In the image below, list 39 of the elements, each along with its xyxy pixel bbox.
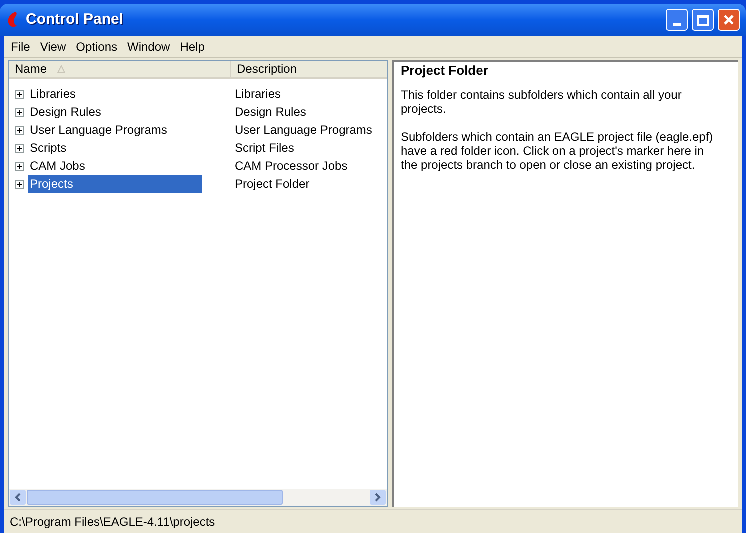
scroll-thumb[interactable] [27, 490, 283, 505]
close-button[interactable] [718, 9, 740, 31]
description-cell-text: User Language Programs [234, 122, 372, 139]
expand-icon[interactable] [15, 126, 24, 134]
info-title: Project Folder [401, 64, 490, 78]
window-title: Control Panel [26, 10, 124, 30]
menu-item[interactable]: Help [175, 38, 210, 56]
scroll-right-button[interactable] [370, 490, 386, 505]
sort-arrow-icon [57, 64, 66, 74]
expand-icon[interactable] [15, 162, 24, 170]
description-cell-text: Script Files [234, 140, 294, 157]
description-cell-text: Design Rules [234, 104, 306, 121]
expand-icon[interactable] [15, 108, 24, 116]
menu-item[interactable]: Window [122, 38, 176, 56]
column-header[interactable]: Description [231, 61, 387, 77]
description-cell-text: CAM Processor Jobs [234, 158, 348, 175]
description-cell-text: Project Folder [234, 176, 310, 193]
horizontal-scrollbar[interactable] [9, 489, 387, 506]
info-paragraph: This folder contains subfolders which contain all your projects. [401, 88, 683, 116]
column-header[interactable]: Name [9, 61, 231, 77]
minimize-button[interactable] [666, 9, 688, 31]
scroll-left-button[interactable] [10, 490, 26, 505]
tree-item[interactable]: Projects [28, 175, 202, 193]
tree-item[interactable]: CAM Jobs [28, 157, 88, 175]
description-cell-text: Libraries [234, 86, 282, 103]
status-text: C:\Program Files\EAGLE-4.11\projects [10, 514, 216, 530]
tree-item[interactable]: Scripts [28, 139, 69, 157]
tree-item[interactable]: Design Rules [28, 103, 104, 121]
expand-icon[interactable] [15, 90, 24, 98]
close-icon [723, 14, 735, 26]
menu-item[interactable]: File [6, 38, 36, 56]
menu-item[interactable]: Options [71, 38, 122, 56]
expand-icon[interactable] [15, 180, 24, 188]
expand-icon[interactable] [15, 144, 24, 152]
tree-item[interactable]: User Language Programs [28, 121, 170, 139]
info-paragraph: Subfolders which contain an EAGLE project file (eagle.epf) have a red folder icon. Click on a project's marker here in the projects branch to open or close an existing project. [401, 130, 714, 172]
menu-item[interactable]: View [35, 38, 72, 56]
maximize-button[interactable] [692, 9, 714, 31]
tree-item[interactable]: Libraries [28, 85, 78, 103]
